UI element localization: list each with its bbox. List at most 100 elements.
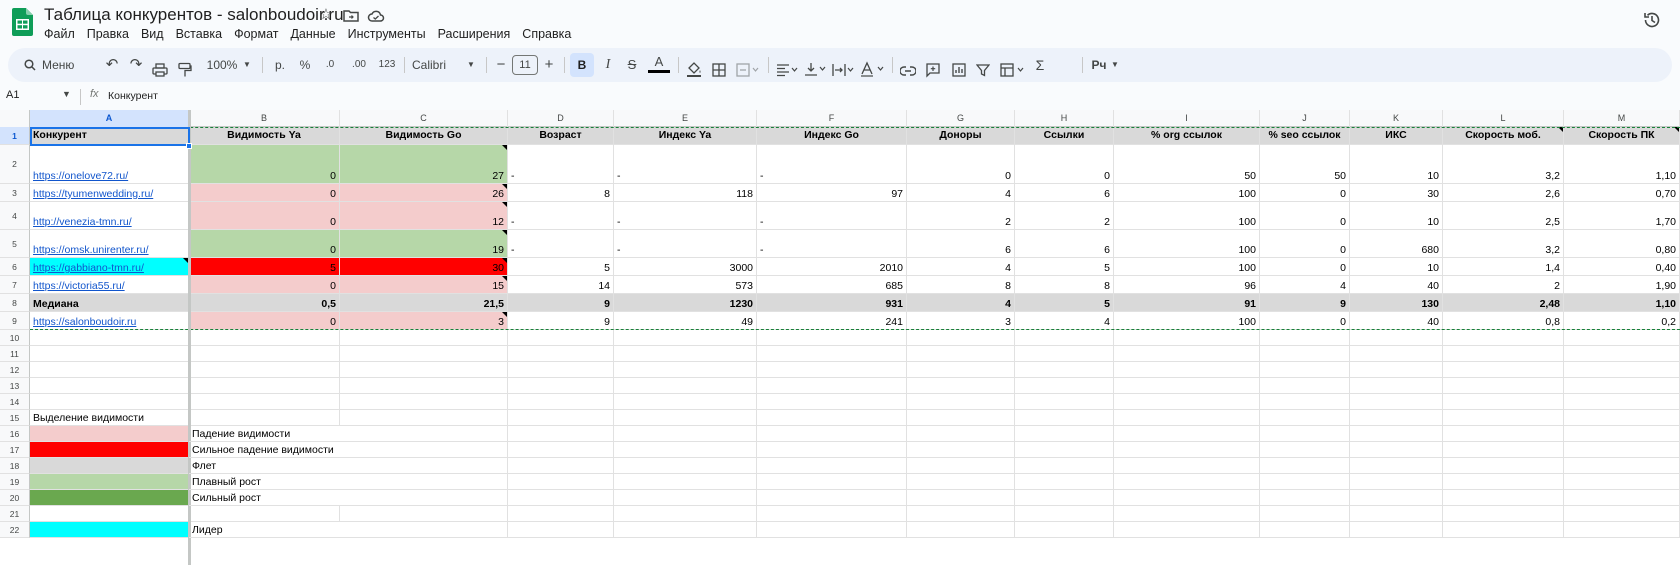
functions-sigma-icon[interactable]: Σ xyxy=(1032,53,1048,77)
competitor-url-cell[interactable]: https://omsk.unirenter.ru/ xyxy=(30,230,189,258)
empty-cell[interactable] xyxy=(757,442,907,458)
metric-cell[interactable]: 3 xyxy=(907,312,1015,330)
empty-cell[interactable] xyxy=(1015,426,1114,442)
column-header-g[interactable]: G xyxy=(907,110,1015,127)
metric-cell[interactable]: - xyxy=(508,145,614,184)
row-header-3[interactable]: 3 xyxy=(0,184,30,202)
empty-cell[interactable] xyxy=(1350,362,1443,378)
metric-cell[interactable]: 2,6 xyxy=(1443,184,1564,202)
metric-cell[interactable]: 0,70 xyxy=(1564,184,1680,202)
row-header-8[interactable]: 8 xyxy=(0,294,30,312)
metric-cell[interactable]: 3,2 xyxy=(1443,230,1564,258)
empty-cell[interactable] xyxy=(508,346,614,362)
empty-cell[interactable] xyxy=(189,362,340,378)
column-header-c[interactable]: C xyxy=(340,110,508,127)
metric-cell[interactable]: 3,2 xyxy=(1443,145,1564,184)
metric-cell[interactable]: 241 xyxy=(757,312,907,330)
metric-cell[interactable]: 5 xyxy=(1015,294,1114,312)
decrease-decimal-button[interactable]: .0 xyxy=(320,53,340,77)
empty-cell[interactable] xyxy=(1260,330,1350,346)
empty-cell[interactable] xyxy=(1564,490,1680,506)
empty-cell[interactable] xyxy=(1260,410,1350,426)
metric-cell[interactable]: 0 xyxy=(1260,184,1350,202)
empty-cell[interactable] xyxy=(1564,458,1680,474)
column-header-b[interactable]: B xyxy=(189,110,340,127)
header-cell-l[interactable]: Скорость моб. xyxy=(1443,127,1564,145)
empty-cell[interactable] xyxy=(1564,378,1680,394)
empty-cell[interactable] xyxy=(1015,490,1114,506)
metric-cell[interactable]: 9 xyxy=(508,294,614,312)
metric-cell[interactable]: 14 xyxy=(508,276,614,294)
empty-cell[interactable] xyxy=(1443,474,1564,490)
empty-cell[interactable] xyxy=(508,442,614,458)
metric-cell[interactable]: - xyxy=(508,202,614,230)
empty-cell[interactable] xyxy=(1260,458,1350,474)
empty-cell[interactable] xyxy=(30,330,189,346)
empty-cell[interactable] xyxy=(614,442,757,458)
url-link[interactable]: https://victoria55.ru/ xyxy=(33,280,125,292)
metric-cell[interactable]: - xyxy=(508,230,614,258)
empty-cell[interactable] xyxy=(907,474,1015,490)
empty-cell[interactable] xyxy=(757,458,907,474)
median-label[interactable]: Медиана xyxy=(30,294,189,312)
empty-cell[interactable] xyxy=(907,522,1015,538)
bold-button[interactable]: B xyxy=(570,53,594,77)
empty-cell[interactable] xyxy=(1260,378,1350,394)
row-header-10[interactable]: 10 xyxy=(0,330,30,346)
empty-cell[interactable] xyxy=(1350,522,1443,538)
empty-cell[interactable] xyxy=(1260,490,1350,506)
metric-cell[interactable]: 1,10 xyxy=(1564,294,1680,312)
row-header-17[interactable]: 17 xyxy=(0,442,30,458)
metric-cell[interactable]: 2,5 xyxy=(1443,202,1564,230)
empty-cell[interactable] xyxy=(757,506,907,522)
competitor-url-cell[interactable]: https://tyumenwedding.ru/ xyxy=(30,184,189,202)
url-link[interactable]: https://salonboudoir.ru xyxy=(33,316,136,328)
empty-cell[interactable] xyxy=(189,410,340,426)
font-select[interactable]: Calibri xyxy=(412,53,462,77)
metric-cell[interactable]: 4 xyxy=(907,258,1015,276)
comment-indicator-icon[interactable] xyxy=(502,145,507,150)
metric-cell[interactable]: 5 xyxy=(508,258,614,276)
metric-cell[interactable]: 931 xyxy=(757,294,907,312)
empty-cell[interactable] xyxy=(1443,458,1564,474)
metric-cell[interactable]: 0 xyxy=(1015,145,1114,184)
menu-help[interactable]: Справка xyxy=(516,25,577,43)
star-icon[interactable]: ☆ xyxy=(317,6,335,24)
visibility-ya-cell[interactable]: 0 xyxy=(189,202,340,230)
metric-cell[interactable]: - xyxy=(614,145,757,184)
empty-cell[interactable] xyxy=(757,346,907,362)
metric-cell[interactable]: 0,8 xyxy=(1443,312,1564,330)
empty-cell[interactable] xyxy=(757,410,907,426)
url-link[interactable]: https://onelove72.ru/ xyxy=(33,170,128,182)
empty-cell[interactable] xyxy=(614,330,757,346)
fill-color-icon[interactable] xyxy=(686,57,702,81)
visibility-go-cell[interactable]: 30 xyxy=(340,258,508,276)
empty-cell[interactable] xyxy=(1350,346,1443,362)
url-link[interactable]: http://venezia-tmn.ru/ xyxy=(33,216,132,228)
visibility-go-cell[interactable]: 26 xyxy=(340,184,508,202)
empty-cell[interactable] xyxy=(340,442,508,458)
empty-cell[interactable] xyxy=(1015,394,1114,410)
metric-cell[interactable]: 30 xyxy=(1350,184,1443,202)
metric-cell[interactable]: 5 xyxy=(1015,258,1114,276)
empty-cell[interactable] xyxy=(614,522,757,538)
visibility-ya-cell[interactable]: 5 xyxy=(189,258,340,276)
empty-cell[interactable] xyxy=(1443,362,1564,378)
empty-cell[interactable] xyxy=(508,490,614,506)
empty-cell[interactable] xyxy=(340,378,508,394)
empty-cell[interactable] xyxy=(907,442,1015,458)
url-link[interactable]: https://tyumenwedding.ru/ xyxy=(33,188,153,200)
visibility-ya-cell[interactable]: 0 xyxy=(189,276,340,294)
metric-cell[interactable]: 3000 xyxy=(614,258,757,276)
empty-cell[interactable] xyxy=(1350,474,1443,490)
empty-cell[interactable] xyxy=(1350,506,1443,522)
empty-cell[interactable] xyxy=(757,426,907,442)
visibility-go-cell[interactable]: 19 xyxy=(340,230,508,258)
column-header-j[interactable]: J xyxy=(1260,110,1350,127)
metric-cell[interactable]: 2,48 xyxy=(1443,294,1564,312)
empty-cell[interactable] xyxy=(757,522,907,538)
select-all-corner[interactable] xyxy=(0,110,30,127)
empty-cell[interactable] xyxy=(1114,410,1260,426)
empty-cell[interactable] xyxy=(1114,330,1260,346)
visibility-go-cell[interactable]: 21,5 xyxy=(340,294,508,312)
